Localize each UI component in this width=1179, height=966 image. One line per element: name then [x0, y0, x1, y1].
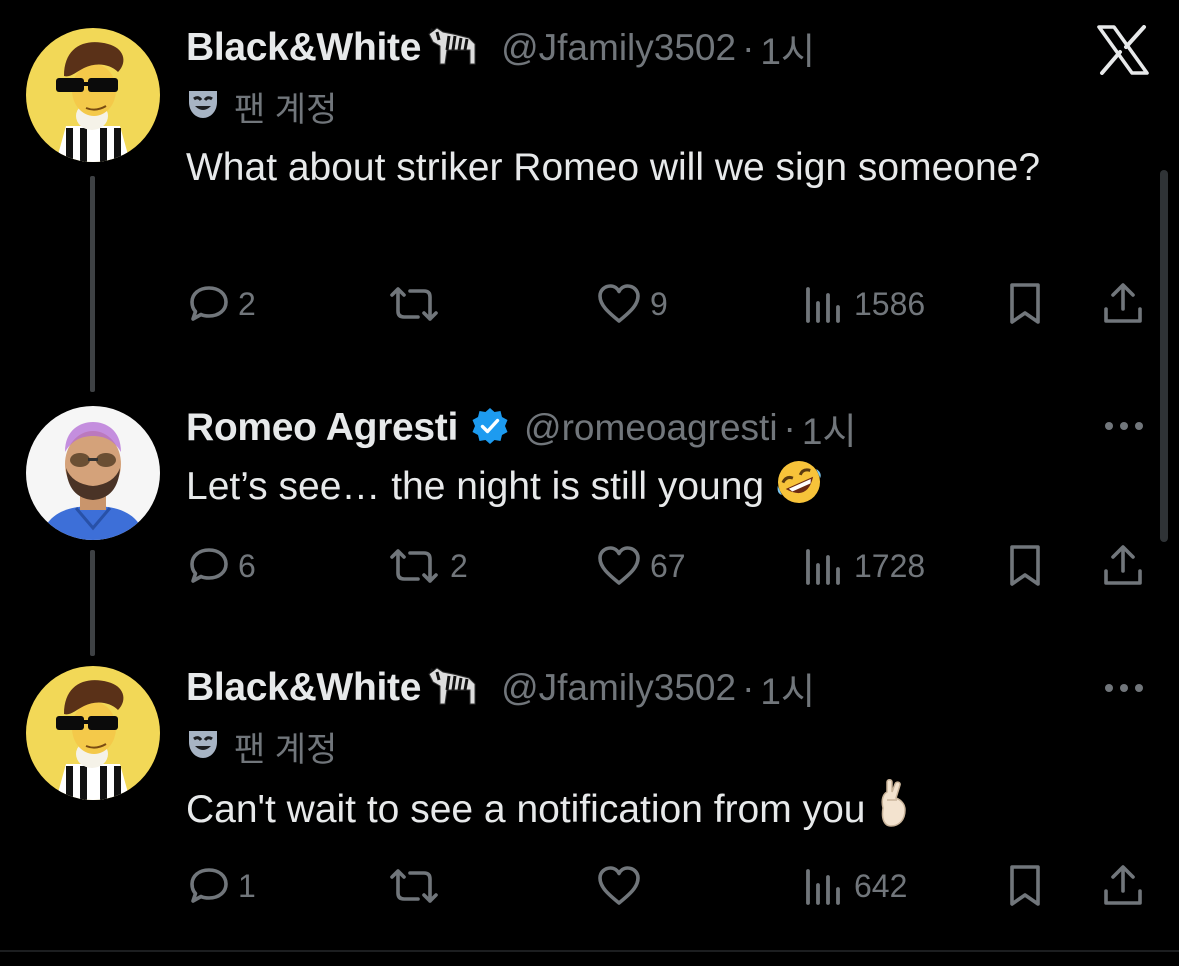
divider [0, 950, 1179, 952]
display-name[interactable]: Black&White [186, 26, 421, 70]
views-button[interactable]: 1586 [802, 280, 925, 328]
repost-icon [386, 545, 442, 587]
tweet-header: Black&White @Jfamily3502 · 1시 [186, 664, 815, 712]
tweet-text: What about striker Romeo will we sign so… [186, 146, 1041, 189]
like-button[interactable] [596, 862, 650, 910]
avatar[interactable] [26, 406, 160, 540]
repost-icon [386, 283, 442, 325]
mask-icon [186, 728, 220, 765]
timestamp[interactable]: 1시 [760, 21, 815, 75]
display-name[interactable]: Romeo Agresti [186, 406, 458, 450]
avatar[interactable] [26, 666, 160, 800]
avatar[interactable] [26, 28, 160, 162]
heart-icon [596, 545, 642, 587]
reply-button[interactable]: 6 [188, 542, 256, 590]
rolling-on-floor-laughing-icon [772, 457, 826, 524]
reply-icon [188, 545, 230, 587]
like-count: 67 [650, 547, 686, 584]
views-button[interactable]: 642 [802, 862, 907, 910]
tweet-header: Romeo Agresti @romeoagresti · 1시 [186, 404, 857, 452]
repost-count: 2 [450, 547, 468, 584]
reply-button[interactable]: 2 [188, 280, 256, 328]
like-count: 9 [650, 285, 668, 322]
view-count: 1586 [854, 285, 926, 322]
x-logo-icon[interactable] [1097, 25, 1149, 75]
tweet-text: Can't wait to see a notification from yo… [186, 778, 1046, 847]
more-options-icon[interactable] [1102, 678, 1146, 698]
thread-line [90, 176, 95, 392]
timestamp[interactable]: 1시 [760, 661, 815, 715]
fan-account-label: 팬 계정 [186, 726, 337, 769]
scrollbar[interactable] [1160, 170, 1168, 542]
heart-icon [596, 283, 642, 325]
bookmark-button[interactable] [1004, 280, 1046, 328]
handle[interactable]: @Jfamily3502 [501, 27, 736, 69]
crossed-fingers-icon [873, 778, 913, 847]
reply-icon [188, 283, 230, 325]
handle[interactable]: @romeoagresti [524, 407, 778, 449]
view-count: 642 [854, 867, 908, 904]
bookmark-button[interactable] [1004, 862, 1046, 910]
repost-button[interactable] [386, 862, 450, 910]
zebra-icon [425, 24, 481, 73]
tweet-text-content: Let’s see… the night is still young [186, 465, 765, 508]
fan-account-label: 팬 계정 [186, 86, 337, 129]
repost-icon [386, 865, 442, 907]
analytics-icon [802, 545, 846, 587]
more-options-icon[interactable] [1102, 416, 1146, 436]
separator: · [742, 667, 755, 708]
tweet[interactable]: Black&White @Jfamily3502 · 1시 팬 계정 What … [0, 0, 1179, 392]
share-icon [1100, 543, 1146, 589]
share-button[interactable] [1100, 862, 1146, 910]
bookmark-icon [1004, 863, 1046, 909]
tweet-text: Let’s see… the night is still young [186, 457, 1046, 524]
repost-button[interactable]: 2 [386, 542, 468, 590]
repost-button[interactable] [386, 280, 450, 328]
tweet-text-content: Can't wait to see a notification from yo… [186, 788, 866, 831]
bookmark-icon [1004, 281, 1046, 327]
separator: · [742, 27, 755, 68]
reply-button[interactable]: 1 [188, 862, 256, 910]
tweet[interactable]: Black&White @Jfamily3502 · 1시 팬 계정 Can't… [0, 650, 1179, 966]
reply-count: 1 [238, 867, 256, 904]
separator: · [783, 407, 796, 448]
tweet-header: Black&White @Jfamily3502 · 1시 [186, 24, 815, 72]
fan-label-text: 팬 계정 [234, 730, 338, 769]
bookmark-icon [1004, 543, 1046, 589]
analytics-icon [802, 865, 846, 907]
verified-badge-icon [470, 406, 510, 451]
zebra-icon [425, 664, 481, 713]
reply-count: 6 [238, 547, 256, 584]
bookmark-button[interactable] [1004, 542, 1046, 590]
share-icon [1100, 281, 1146, 327]
thread-line [90, 550, 95, 656]
display-name[interactable]: Black&White [186, 666, 421, 710]
mask-icon [186, 88, 220, 125]
views-button[interactable]: 1728 [802, 542, 925, 590]
share-button[interactable] [1100, 542, 1146, 590]
share-icon [1100, 863, 1146, 909]
timestamp[interactable]: 1시 [802, 401, 857, 455]
reply-icon [188, 865, 230, 907]
share-button[interactable] [1100, 280, 1146, 328]
like-button[interactable]: 9 [596, 280, 668, 328]
reply-count: 2 [238, 285, 256, 322]
handle[interactable]: @Jfamily3502 [501, 667, 736, 709]
view-count: 1728 [854, 547, 926, 584]
like-button[interactable]: 67 [596, 542, 686, 590]
tweet[interactable]: Romeo Agresti @romeoagresti · 1시 Let’s s… [0, 390, 1179, 656]
heart-icon [596, 865, 642, 907]
analytics-icon [802, 283, 846, 325]
fan-label-text: 팬 계정 [234, 90, 338, 129]
